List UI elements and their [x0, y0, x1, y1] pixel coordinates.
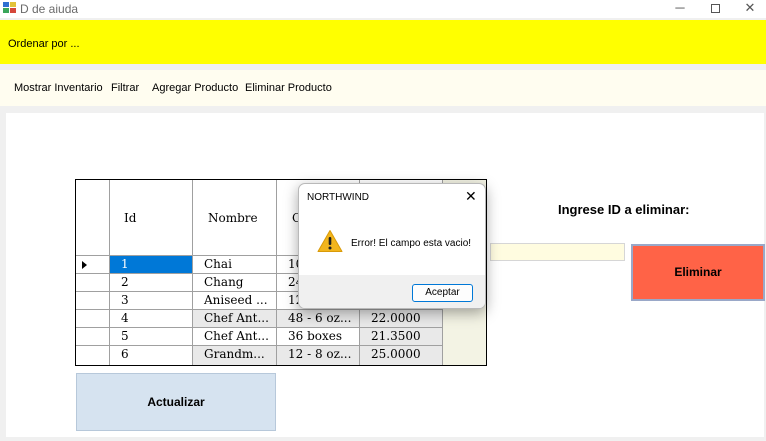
table-cell-nombre[interactable]: Chai	[193, 256, 277, 274]
row-header[interactable]	[76, 256, 110, 274]
row-header[interactable]	[76, 274, 110, 292]
table-cell-nombre[interactable]: Aniseed ...	[193, 292, 277, 310]
row-header[interactable]	[76, 328, 110, 346]
dialog-title: NORTHWIND	[307, 192, 370, 203]
row-header[interactable]	[76, 310, 110, 328]
table-cell-nombre[interactable]: Grandm...	[193, 346, 277, 365]
menu-item-eliminar-producto[interactable]: Eliminar Producto	[245, 82, 332, 94]
table-cell-cantidad[interactable]: 12 - 8 oz...	[277, 346, 360, 365]
sort-label[interactable]: Ordenar por ...	[8, 38, 80, 50]
table-cell-precio[interactable]: 21.3500	[360, 328, 443, 346]
maximize-icon	[710, 4, 720, 13]
delete-id-input[interactable]	[490, 243, 625, 261]
table-cell-id[interactable]: 3	[110, 292, 193, 310]
minimize-button[interactable]: ─	[660, 0, 700, 18]
column-header-nombre[interactable]: Nombre	[193, 180, 277, 256]
table-cell-id[interactable]: 5	[110, 328, 193, 346]
eliminar-button[interactable]: Eliminar	[631, 244, 765, 301]
maximize-button[interactable]	[695, 0, 735, 18]
sort-strip	[0, 20, 766, 64]
dialog-close-button[interactable]: ✕	[465, 188, 477, 204]
table-cell-precio[interactable]: 25.0000	[360, 346, 443, 365]
table-cell-id[interactable]: 2	[110, 274, 193, 292]
warning-icon	[317, 230, 343, 252]
minimize-icon: ─	[675, 0, 685, 15]
close-icon: ✕	[744, 0, 756, 15]
row-header[interactable]	[76, 292, 110, 310]
table-cell-cantidad[interactable]: 48 - 6 oz...	[277, 310, 360, 328]
close-window-button[interactable]: ✕	[730, 0, 766, 18]
window-titlebar: D de aiuda ─ ✕	[0, 0, 766, 18]
actualizar-button[interactable]: Actualizar	[76, 373, 276, 431]
current-row-icon	[82, 261, 87, 269]
table-cell-id[interactable]: 6	[110, 346, 193, 365]
table-cell-nombre[interactable]: Chef Ant...	[193, 328, 277, 346]
dialog-message: Error! El campo esta vacio!	[351, 238, 472, 249]
delete-id-label: Ingrese ID a eliminar:	[558, 202, 690, 217]
menu-item-mostrar-inventario[interactable]: Mostrar Inventario	[14, 82, 103, 94]
row-header[interactable]	[76, 346, 110, 365]
table-cell-precio[interactable]: 22.0000	[360, 310, 443, 328]
table-cell-nombre[interactable]: Chang	[193, 274, 277, 292]
table-cell-cantidad[interactable]: 36 boxes	[277, 328, 360, 346]
column-header-id[interactable]: Id	[110, 180, 193, 256]
error-dialog: NORTHWIND ✕ Error! El campo esta vacio! …	[298, 183, 486, 309]
window-title: D de aiuda	[20, 2, 79, 16]
table-cell-id[interactable]: 1	[110, 256, 193, 274]
aceptar-button[interactable]: Aceptar	[412, 284, 473, 302]
table-cell-id[interactable]: 4	[110, 310, 193, 328]
grid-corner-header	[76, 180, 110, 256]
menu-item-agregar-producto[interactable]: Agregar Producto	[152, 82, 238, 94]
menu-item-filtrar[interactable]: Filtrar	[111, 82, 139, 94]
column-header-nombre-label: Nombre	[208, 211, 258, 225]
table-cell-nombre[interactable]: Chef Ant...	[193, 310, 277, 328]
windows-app-icon	[3, 2, 16, 14]
column-header-id-label: Id	[124, 211, 137, 225]
